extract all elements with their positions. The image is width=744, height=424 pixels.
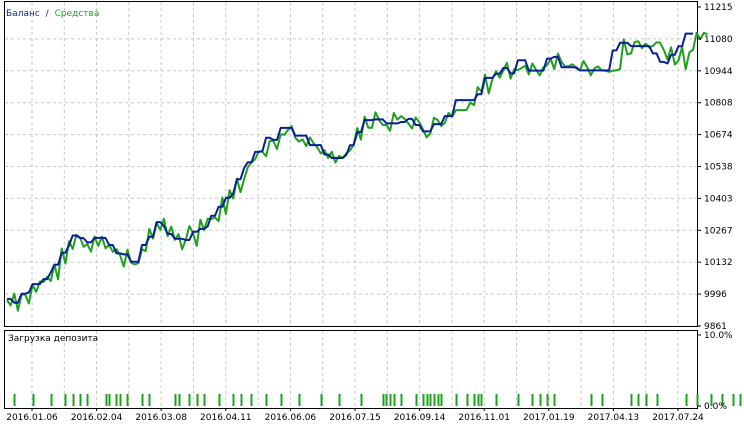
series-lines <box>6 31 708 312</box>
panel-frames <box>4 1 698 409</box>
x-tick-label: 2016.07.15 <box>329 413 381 423</box>
y-tick-label: 11080 <box>704 35 733 45</box>
x-tick-label: 2016.09.14 <box>394 413 446 423</box>
x-tick-label: 2016.11.01 <box>458 413 510 423</box>
x-tick-label: 2016.03.08 <box>135 413 187 423</box>
y-tick-label: 10674 <box>704 131 733 141</box>
legend: Баланс / Средства <box>6 9 99 19</box>
x-tick-label: 2017.04.13 <box>588 413 640 423</box>
y-axis-labels: 11215 11080 10944 10808 10674 10538 10403 10267… <box>697 3 733 412</box>
equity-line <box>6 31 708 312</box>
main-panel-frame <box>4 1 698 327</box>
sub-y-tick-label: 0.0% <box>704 402 727 412</box>
x-tick-label: 2016.04.11 <box>200 413 252 423</box>
y-tick-label: 10538 <box>704 163 733 173</box>
x-tick-label: 2016.02.04 <box>71 413 123 423</box>
legend-equity: Средства <box>55 9 100 19</box>
y-tick-label: 10403 <box>704 194 733 204</box>
y-tick-label: 10267 <box>704 226 733 236</box>
deposit-load-title: Загрузка депозита <box>8 334 98 344</box>
y-tick-label: 10944 <box>704 67 733 77</box>
grid <box>5 2 697 408</box>
y-tick-label: 10808 <box>704 99 733 109</box>
legend-balance: Баланс <box>6 9 40 19</box>
x-axis-labels: 2016.01.06 2016.02.04 2016.03.08 2016.04.11… <box>6 408 704 423</box>
deposit-load-bars <box>13 393 742 406</box>
x-tick-label: 2017.01.19 <box>523 413 575 423</box>
x-tick-label: 2016.01.06 <box>6 413 58 423</box>
y-tick-label: 11215 <box>704 3 733 13</box>
sub-y-tick-label: 10.0% <box>704 331 733 341</box>
x-tick-label: 2017.07.24 <box>652 413 704 423</box>
sub-panel-frame <box>4 330 698 409</box>
x-tick-label: 2016.06.06 <box>265 413 317 423</box>
y-tick-label: 10132 <box>704 258 733 268</box>
y-tick-label: 9996 <box>704 290 727 300</box>
tester-graph: 11215 11080 10944 10808 10674 10538 10403 10267… <box>4 1 742 423</box>
legend-separator: / <box>46 9 50 19</box>
